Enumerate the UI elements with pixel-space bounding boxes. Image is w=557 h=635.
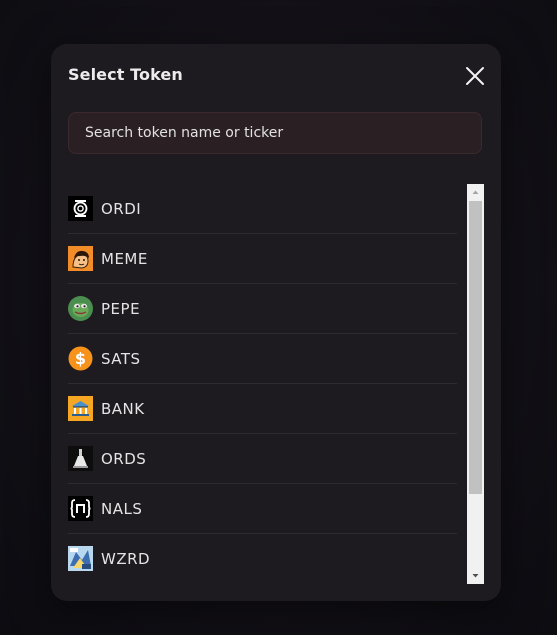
scroll-thumb[interactable] — [469, 201, 482, 494]
ordi-icon — [68, 196, 93, 221]
token-ticker: ORDI — [101, 199, 142, 218]
close-icon — [466, 67, 484, 85]
token-item-bank[interactable]: BANK — [68, 384, 457, 434]
token-ticker: BANK — [101, 399, 145, 418]
scroll-down-button[interactable] — [467, 567, 484, 584]
search-field[interactable] — [68, 112, 482, 154]
token-ticker: ORDS — [101, 449, 147, 468]
triangle-down-icon — [472, 574, 479, 578]
token-ticker: WZRD — [101, 549, 151, 568]
token-ticker: MEME — [101, 249, 148, 268]
bank-icon — [68, 396, 93, 421]
svg-text:$: $ — [75, 349, 86, 368]
token-item-nals[interactable]: NALS — [68, 484, 457, 534]
token-item-pepe[interactable]: PEPE — [68, 284, 457, 334]
modal-title: Select Token — [68, 65, 183, 84]
ords-icon — [68, 446, 93, 471]
token-item-ordi[interactable]: ORDI — [68, 184, 457, 234]
triangle-up-icon — [472, 190, 479, 194]
token-item-sats[interactable]: $ SATS — [68, 334, 457, 384]
scroll-up-button[interactable] — [467, 184, 484, 201]
token-item-ords[interactable]: ORDS — [68, 434, 457, 484]
token-item-meme[interactable]: MEME — [68, 234, 457, 284]
close-button[interactable] — [464, 65, 486, 87]
token-ticker: SATS — [101, 349, 141, 368]
wzrd-icon — [68, 546, 93, 571]
token-ticker: NALS — [101, 499, 143, 518]
token-ticker: PEPE — [101, 299, 141, 318]
token-item-wzrd[interactable]: WZRD — [68, 534, 457, 582]
token-list-scrollbar[interactable] — [467, 184, 484, 584]
nals-icon — [68, 496, 93, 521]
pepe-icon — [68, 296, 93, 321]
sats-icon: $ — [68, 346, 93, 371]
select-token-modal: Select Token ORDI — [51, 44, 501, 601]
token-list[interactable]: ORDI MEME PEPE $ SATS BANK ORDS NALS WZR… — [68, 184, 457, 582]
meme-icon — [68, 246, 93, 271]
search-input[interactable] — [69, 113, 481, 153]
